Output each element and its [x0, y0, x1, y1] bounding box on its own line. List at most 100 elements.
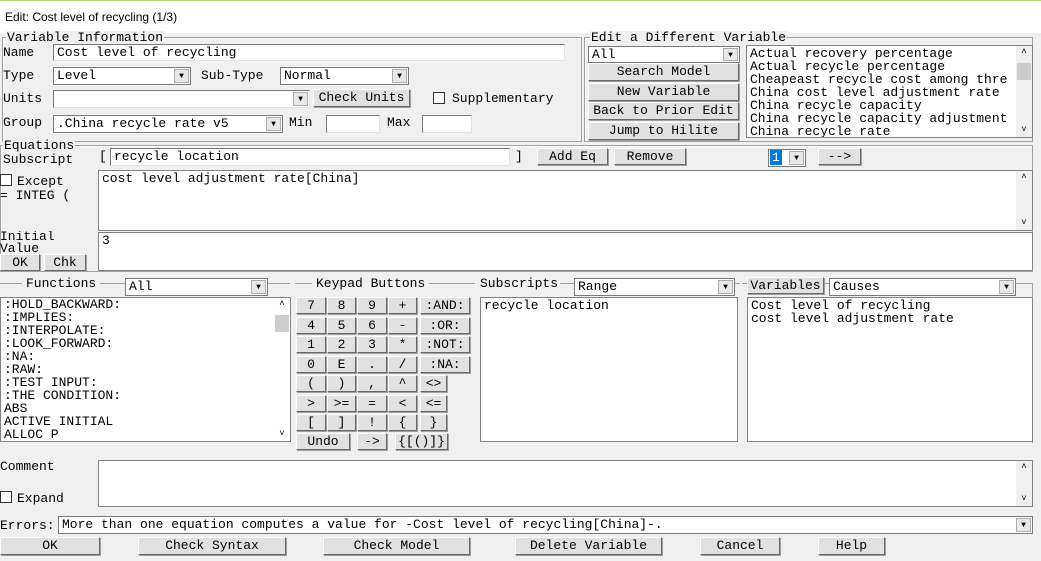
- scrollbar[interactable]: ˄ ˅: [1016, 461, 1032, 506]
- keypad-button[interactable]: .: [357, 355, 387, 373]
- type-value: Level: [57, 68, 97, 83]
- keypad-button[interactable]: <=: [420, 394, 447, 412]
- arrow-button[interactable]: ->: [357, 433, 387, 450]
- check-units-button[interactable]: Check Units: [313, 89, 410, 107]
- keypad-button[interactable]: <>: [420, 375, 447, 392]
- delete-variable-button[interactable]: Delete Variable: [515, 537, 662, 555]
- subscript-input[interactable]: recycle location: [110, 148, 510, 166]
- keypad-button[interactable]: ): [327, 375, 356, 392]
- variables-filter-select[interactable]: Causes ▼: [829, 278, 1016, 296]
- back-to-prior-edit-button[interactable]: Back to Prior Edit: [588, 102, 739, 120]
- initial-value-label: Initial Value: [0, 231, 55, 253]
- undo-button[interactable]: Undo: [296, 433, 350, 450]
- brackets-button[interactable]: {[()]}: [395, 433, 448, 450]
- type-select[interactable]: Level ▼: [53, 67, 191, 85]
- next-equation-button[interactable]: -->: [818, 148, 861, 165]
- initial-value-textarea[interactable]: 3: [98, 232, 1033, 271]
- keypad-button[interactable]: :NA:: [420, 355, 470, 373]
- list-item[interactable]: China recycle rate: [750, 125, 1014, 137]
- keypad-button[interactable]: ^: [388, 375, 417, 392]
- keypad-button[interactable]: >=: [327, 394, 356, 412]
- equation-index-select[interactable]: 1 ▼: [768, 149, 806, 167]
- chevron-down-icon: ˅: [1021, 125, 1027, 135]
- keypad-button[interactable]: :AND:: [420, 297, 470, 314]
- add-eq-button[interactable]: Add Eq: [537, 148, 608, 165]
- keypad-button[interactable]: E: [327, 355, 356, 373]
- keypad-button[interactable]: *: [388, 336, 417, 353]
- keypad-button[interactable]: >: [296, 394, 326, 412]
- variable-list[interactable]: Actual recovery percentage Actual recycl…: [746, 45, 1033, 138]
- keypad-button[interactable]: =: [357, 394, 387, 412]
- remove-button[interactable]: Remove: [614, 148, 686, 165]
- subtype-label: Sub-Type: [201, 68, 264, 83]
- functions-list[interactable]: :HOLD_BACKWARD::IMPLIES::INTERPOLATE::LO…: [0, 297, 291, 442]
- errors-select[interactable]: More than one equation computes a value …: [58, 516, 1033, 534]
- search-model-button[interactable]: Search Model: [588, 63, 739, 81]
- keypad-button[interactable]: :NOT:: [420, 336, 470, 353]
- max-input[interactable]: [422, 115, 472, 133]
- variables-button[interactable]: Variables: [747, 277, 824, 294]
- keypad-button[interactable]: ]: [327, 414, 356, 431]
- name-input[interactable]: Cost level of recycling: [53, 44, 565, 61]
- keypad-button[interactable]: [: [296, 414, 326, 431]
- keypad-button[interactable]: 0: [296, 355, 326, 373]
- jump-to-hilite-button[interactable]: Jump to Hilite: [588, 122, 739, 140]
- ok-button[interactable]: OK: [0, 537, 100, 555]
- scroll-thumb[interactable]: [275, 315, 289, 332]
- subtype-select[interactable]: Normal ▼: [280, 67, 409, 85]
- keypad-button[interactable]: {: [388, 414, 417, 431]
- list-item[interactable]: recycle location: [484, 299, 734, 312]
- scroll-thumb[interactable]: [1017, 63, 1031, 80]
- check-model-button[interactable]: Check Model: [323, 537, 470, 555]
- subscripts-list[interactable]: recycle location: [480, 297, 738, 442]
- keypad-button[interactable]: 9: [357, 297, 387, 314]
- subscripts-filter-select[interactable]: Range ▼: [574, 278, 735, 296]
- keypad-button[interactable]: 8: [327, 297, 356, 314]
- list-item[interactable]: :LOOK_FORWARD:: [4, 337, 287, 350]
- keypad-button[interactable]: 2: [327, 336, 356, 353]
- keypad-button[interactable]: 6: [357, 316, 387, 334]
- keypad-button[interactable]: +: [388, 297, 417, 314]
- list-item[interactable]: :THE CONDITION:: [4, 389, 287, 402]
- list-item[interactable]: ALLOC P: [4, 428, 287, 441]
- check-syntax-button[interactable]: Check Syntax: [138, 537, 286, 555]
- list-item[interactable]: :NA:: [4, 350, 287, 363]
- keypad-button[interactable]: 4: [296, 316, 326, 334]
- expand-checkbox[interactable]: [0, 491, 12, 503]
- help-button[interactable]: Help: [818, 537, 885, 555]
- equation-index-value: 1: [770, 150, 782, 165]
- keypad-button[interactable]: :OR:: [420, 316, 470, 334]
- keypad-button[interactable]: 7: [296, 297, 326, 314]
- comment-textarea[interactable]: ˄ ˅: [98, 460, 1033, 507]
- variable-filter-select[interactable]: All ▼: [588, 46, 740, 63]
- chevron-down-icon: ˅: [1021, 494, 1027, 504]
- min-input[interactable]: [326, 115, 380, 133]
- keypad-button[interactable]: !: [357, 414, 387, 431]
- equation-textarea[interactable]: cost level adjustment rate[China] ˄ ˅: [98, 170, 1033, 231]
- keypad-button[interactable]: 3: [357, 336, 387, 353]
- variables-list[interactable]: Cost level of recycling cost level adjust…: [747, 297, 1033, 442]
- chevron-up-icon: ˄: [1021, 172, 1027, 182]
- cancel-button[interactable]: Cancel: [700, 537, 780, 555]
- new-variable-button[interactable]: New Variable: [588, 83, 739, 101]
- group-select[interactable]: .China recycle rate v5 ▼: [53, 115, 283, 133]
- scrollbar[interactable]: ˄ ˅: [274, 298, 290, 441]
- keypad-button[interactable]: /: [388, 355, 417, 373]
- ok-small-button[interactable]: OK: [0, 254, 40, 271]
- functions-filter-select[interactable]: All ▼: [125, 278, 268, 296]
- keypad-button[interactable]: 1: [296, 336, 326, 353]
- scrollbar[interactable]: ˄ ˅: [1016, 46, 1032, 137]
- keypad-button[interactable]: (: [296, 375, 326, 392]
- keypad-button[interactable]: <: [388, 394, 417, 412]
- chk-button[interactable]: Chk: [44, 254, 86, 271]
- units-input[interactable]: ▼: [53, 90, 310, 108]
- keypad-button[interactable]: }: [420, 414, 447, 431]
- functions-label: Functions: [22, 277, 101, 290]
- list-item[interactable]: cost level adjustment rate: [751, 312, 1029, 325]
- keypad-button[interactable]: -: [388, 316, 417, 334]
- except-checkbox[interactable]: [0, 174, 12, 186]
- keypad-button[interactable]: 5: [327, 316, 356, 334]
- keypad-button[interactable]: ,: [357, 375, 387, 392]
- supplementary-checkbox[interactable]: [433, 92, 445, 104]
- scrollbar[interactable]: ˄ ˅: [1016, 171, 1032, 230]
